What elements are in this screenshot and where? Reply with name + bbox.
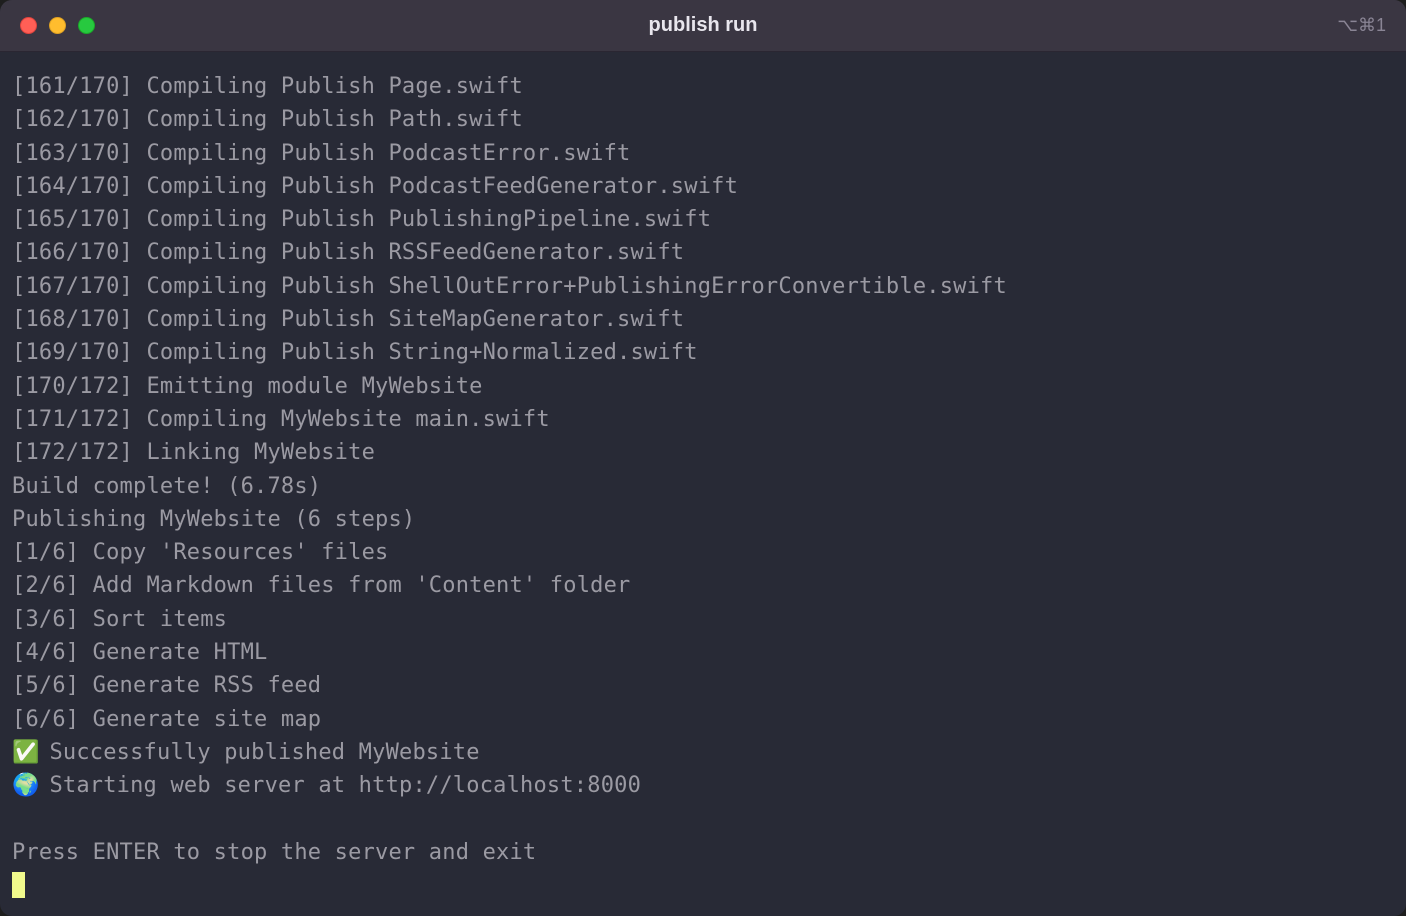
- terminal-line: [3/6] Sort items: [12, 603, 1394, 636]
- terminal-line: [171/172] Compiling MyWebsite main.swift: [12, 403, 1394, 436]
- terminal-line: [169/170] Compiling Publish String+Norma…: [12, 336, 1394, 369]
- terminal-line: [165/170] Compiling Publish PublishingPi…: [12, 203, 1394, 236]
- terminal-line: [163/170] Compiling Publish PodcastError…: [12, 137, 1394, 170]
- server-text: Starting web server at http://localhost:…: [36, 773, 641, 798]
- terminal-window: publish run ⌥⌘1 [161/170] Compiling Publ…: [0, 0, 1406, 916]
- close-button[interactable]: [20, 17, 37, 34]
- cursor-line: [12, 869, 1394, 902]
- window-shortcut: ⌥⌘1: [1337, 15, 1386, 36]
- globe-icon: 🌍: [12, 769, 36, 802]
- terminal-line: 🌍 Starting web server at http://localhos…: [12, 769, 1394, 802]
- terminal-line: [5/6] Generate RSS feed: [12, 669, 1394, 702]
- terminal-line: [170/172] Emitting module MyWebsite: [12, 370, 1394, 403]
- terminal-content[interactable]: [161/170] Compiling Publish Page.swift […: [0, 52, 1406, 916]
- terminal-line: [6/6] Generate site map: [12, 703, 1394, 736]
- terminal-line: ✅ Successfully published MyWebsite: [12, 736, 1394, 769]
- zoom-button[interactable]: [78, 17, 95, 34]
- terminal-line: [167/170] Compiling Publish ShellOutErro…: [12, 270, 1394, 303]
- terminal-line: [2/6] Add Markdown files from 'Content' …: [12, 569, 1394, 602]
- terminal-prompt-line: Press ENTER to stop the server and exit: [12, 836, 1394, 869]
- terminal-line: [168/170] Compiling Publish SiteMapGener…: [12, 303, 1394, 336]
- terminal-line: Publishing MyWebsite (6 steps): [12, 503, 1394, 536]
- success-text: Successfully published MyWebsite: [36, 740, 480, 765]
- minimize-button[interactable]: [49, 17, 66, 34]
- blank-line: [12, 803, 1394, 836]
- traffic-lights: [20, 17, 95, 34]
- terminal-line: [4/6] Generate HTML: [12, 636, 1394, 669]
- titlebar: publish run ⌥⌘1: [0, 0, 1406, 52]
- checkmark-icon: ✅: [12, 736, 36, 769]
- terminal-line: [161/170] Compiling Publish Page.swift: [12, 70, 1394, 103]
- terminal-line: [1/6] Copy 'Resources' files: [12, 536, 1394, 569]
- terminal-line: [166/170] Compiling Publish RSSFeedGener…: [12, 236, 1394, 269]
- terminal-cursor: [12, 872, 25, 898]
- window-title: publish run: [649, 14, 758, 37]
- terminal-line: [162/170] Compiling Publish Path.swift: [12, 103, 1394, 136]
- terminal-line: [164/170] Compiling Publish PodcastFeedG…: [12, 170, 1394, 203]
- terminal-line: Build complete! (6.78s): [12, 470, 1394, 503]
- terminal-line: [172/172] Linking MyWebsite: [12, 436, 1394, 469]
